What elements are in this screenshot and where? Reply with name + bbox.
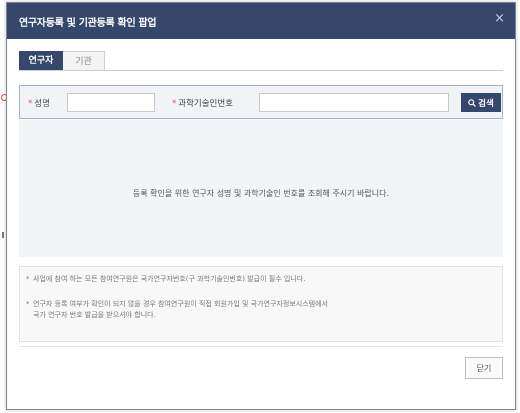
tab-researcher[interactable]: 연구자 [19, 51, 63, 71]
search-icon [468, 98, 477, 107]
close-button[interactable]: 닫기 [465, 357, 503, 379]
result-message: 등록 확인을 위한 연구자 성명 및 과학기술인 번호를 조회해 주시기 바랍니… [132, 189, 390, 198]
close-icon[interactable]: × [494, 11, 505, 26]
edge-marker [2, 232, 4, 238]
tab-divider [19, 70, 503, 71]
required-mark: * [172, 99, 177, 109]
name-input[interactable] [67, 93, 155, 112]
footer-divider [19, 346, 503, 347]
number-label: * 과학기술인번호 [172, 99, 233, 109]
search-button[interactable]: 검색 [461, 93, 501, 112]
researcher-number-input[interactable] [259, 93, 449, 112]
confirm-registration-dialog: 연구자등록 및 기관등록 확인 팝업 × 연구자 기관 * 성명 * 과학기술인번호… [6, 2, 516, 410]
notice-item: * 사업에 참여 하는 모든 참여연구원은 국가연구자번호(구 과학기술인번호)… [26, 275, 306, 283]
tab-institution[interactable]: 기관 [63, 51, 105, 71]
notice-box: * 사업에 참여 하는 모든 참여연구원은 국가연구자번호(구 과학기술인번호)… [19, 266, 503, 342]
dialog-title: 연구자등록 및 기관등록 확인 팝업 [19, 18, 157, 29]
required-mark: * [28, 99, 33, 109]
search-panel: * 성명 * 과학기술인번호 검색 [19, 85, 503, 119]
result-area: 등록 확인을 위한 연구자 성명 및 과학기술인 번호를 조회해 주시기 바랍니… [19, 120, 503, 257]
name-label: * 성명 [28, 99, 50, 109]
notice-item: * 연구자 등록 여부가 확인이 되지 않을 경우 참여연구원이 직접 회원가입… [26, 300, 328, 319]
search-button-label: 검색 [478, 97, 494, 108]
dialog-header: 연구자등록 및 기관등록 확인 팝업 × [7, 3, 515, 39]
